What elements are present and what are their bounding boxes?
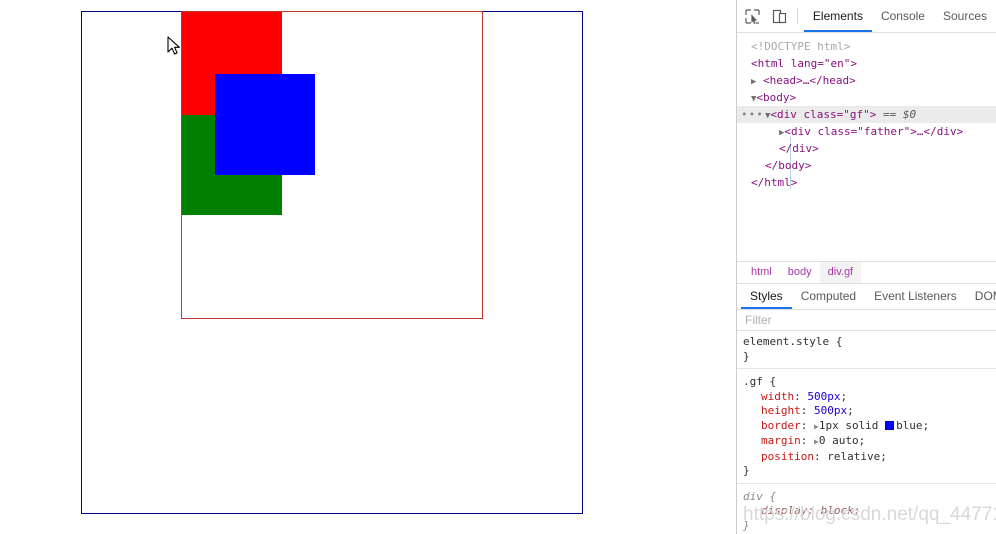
dom-line-html-open[interactable]: <html lang="en"> bbox=[737, 55, 996, 72]
more-options-icon[interactable]: ••• bbox=[741, 106, 764, 123]
tab-elements[interactable]: Elements bbox=[803, 0, 872, 32]
css-property-name: width bbox=[761, 389, 795, 403]
css-declaration-display: display: block; bbox=[761, 504, 861, 517]
color-swatch-blue[interactable] bbox=[885, 420, 895, 430]
inspect-element-icon[interactable] bbox=[740, 3, 765, 29]
css-rule-gf[interactable]: .gf { width: 500px; height: 500px; borde… bbox=[737, 369, 996, 484]
css-declaration-border[interactable]: border: ▶1px solid blue; bbox=[743, 419, 996, 435]
breadcrumb-item-body[interactable]: body bbox=[780, 262, 820, 283]
blue-block bbox=[215, 74, 315, 175]
div-close-tag: </div> bbox=[779, 142, 819, 155]
tab-sources[interactable]: Sources bbox=[934, 0, 996, 32]
breadcrumb-item-div-gf[interactable]: div.gf bbox=[819, 262, 862, 283]
css-property-name: margin bbox=[761, 434, 801, 447]
screenshot-root: Elements Console Sources <!DOCTYPE html>… bbox=[0, 0, 996, 534]
gf-container bbox=[81, 11, 583, 514]
devtools-toolbar: Elements Console Sources bbox=[737, 0, 996, 33]
css-rule-close: } bbox=[743, 518, 750, 532]
tab-dom-breakpoints[interactable]: DOM bbox=[966, 284, 996, 309]
dom-line-div-father[interactable]: ▶<div class="father">…</div> bbox=[737, 123, 996, 140]
html-open-tag: <html lang="en"> bbox=[751, 57, 857, 70]
css-rule-element-style[interactable]: element.style { } bbox=[737, 331, 996, 369]
doctype-text: <!DOCTYPE html> bbox=[751, 40, 851, 53]
selected-node-marker: == $0 bbox=[883, 108, 917, 121]
css-property-value[interactable]: 500px bbox=[814, 404, 847, 417]
css-rule-close: } bbox=[743, 464, 750, 477]
css-property-name: position bbox=[761, 449, 814, 463]
css-property-value[interactable]: 500px bbox=[807, 390, 840, 403]
dom-line-head[interactable]: ▶ <head>…</head> bbox=[737, 72, 996, 89]
tab-event-listeners[interactable]: Event Listeners bbox=[865, 284, 966, 309]
css-declaration-margin[interactable]: margin: ▶0 auto; bbox=[743, 434, 996, 450]
html-close-tag: </html> bbox=[751, 176, 798, 189]
device-toolbar-icon[interactable] bbox=[766, 3, 791, 29]
css-declaration-width[interactable]: width: 500px; bbox=[743, 390, 996, 405]
devtools-panel: Elements Console Sources <!DOCTYPE html>… bbox=[736, 0, 996, 534]
css-border-prefix: 1px solid bbox=[818, 418, 886, 432]
tab-console[interactable]: Console bbox=[872, 0, 934, 32]
toolbar-divider bbox=[796, 8, 798, 24]
breadcrumb-item-html[interactable]: html bbox=[743, 262, 780, 283]
css-property-name: border bbox=[761, 418, 801, 432]
css-property-name: display bbox=[761, 504, 808, 517]
dom-tree[interactable]: <!DOCTYPE html> <html lang="en"> ▶ <head… bbox=[737, 33, 996, 261]
css-property-value: block bbox=[820, 504, 854, 517]
browser-page-viewport bbox=[0, 0, 736, 534]
expand-triangle-icon[interactable]: ▶ bbox=[751, 77, 756, 87]
css-property-value[interactable]: 0 auto bbox=[819, 434, 859, 447]
dom-line-div-gf[interactable]: ••• ▼<div class="gf"> == $0 bbox=[737, 106, 996, 123]
css-declaration-height[interactable]: height: 500px; bbox=[743, 404, 996, 419]
styles-tabbar: Styles Computed Event Listeners DOM bbox=[737, 283, 996, 309]
head-tag: <head>…</head> bbox=[763, 74, 856, 87]
dom-line-html-close: </html> bbox=[737, 174, 996, 191]
dom-line-div-close: </div> bbox=[737, 140, 996, 157]
body-close-tag: </body> bbox=[765, 159, 812, 172]
div-gf-tag: <div class="gf"> bbox=[770, 108, 877, 121]
css-rules-list: element.style { } .gf { width: 500px; he… bbox=[737, 331, 996, 534]
css-property-name: height bbox=[761, 404, 801, 417]
css-selector: div { bbox=[743, 489, 777, 503]
div-father-tag: <div class="father">…</div> bbox=[784, 125, 964, 138]
dom-line-body-close: </body> bbox=[737, 157, 996, 174]
css-declaration-position[interactable]: position: relative; bbox=[743, 450, 996, 465]
css-property-value[interactable]: relative bbox=[827, 450, 880, 463]
dom-line-doctype: <!DOCTYPE html> bbox=[737, 38, 996, 55]
css-selector: .gf { bbox=[743, 375, 777, 388]
tab-computed[interactable]: Computed bbox=[792, 284, 865, 309]
css-rule-close: } bbox=[743, 349, 750, 363]
styles-filter-bar[interactable]: Filter bbox=[737, 309, 996, 331]
css-selector: element.style { bbox=[743, 335, 843, 348]
css-rule-ua-div: div { display: block; } bbox=[737, 484, 996, 534]
dom-line-body-open[interactable]: ▼<body> bbox=[737, 89, 996, 106]
body-open-tag: <body> bbox=[756, 91, 797, 104]
css-border-color-name[interactable]: blue bbox=[896, 419, 923, 432]
breadcrumb[interactable]: html body div.gf bbox=[737, 261, 996, 283]
tab-styles[interactable]: Styles bbox=[741, 284, 792, 309]
filter-placeholder: Filter bbox=[745, 313, 772, 327]
